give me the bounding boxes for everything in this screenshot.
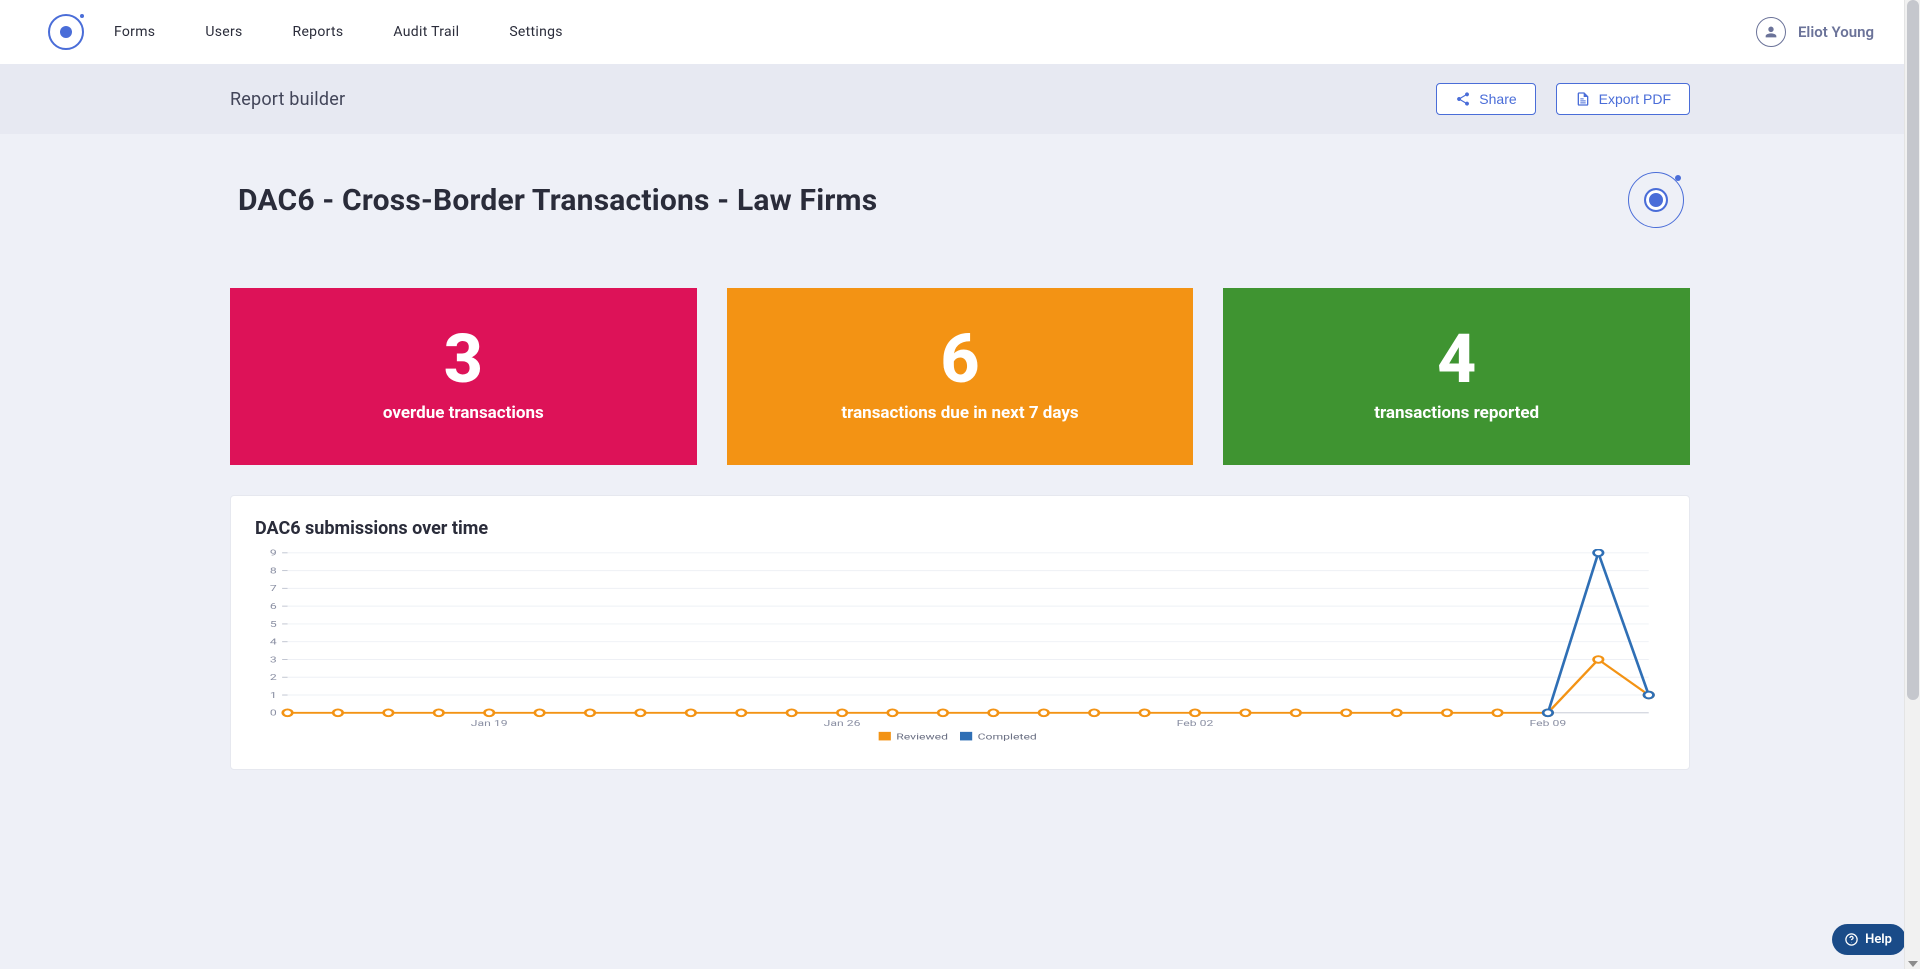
export-pdf-button-label: Export PDF (1599, 91, 1671, 107)
document-icon (1575, 91, 1591, 107)
subheader: Report builder Share Export PDF (0, 64, 1920, 134)
svg-text:9: 9 (270, 549, 277, 558)
svg-text:Reviewed: Reviewed (896, 731, 948, 742)
stat-card-due-soon[interactable]: 6 transactions due in next 7 days (727, 288, 1194, 465)
help-icon (1844, 932, 1859, 947)
svg-text:Completed: Completed (978, 731, 1037, 742)
user-menu[interactable]: Eliot Young (1756, 17, 1874, 47)
svg-text:4: 4 (270, 636, 277, 647)
svg-text:0: 0 (270, 707, 277, 718)
stat-card-value: 4 (1243, 322, 1670, 397)
page-title: DAC6 - Cross-Border Transactions - Law F… (238, 183, 877, 218)
brand-logo-large-icon (1628, 172, 1684, 228)
nav-item-reports[interactable]: Reports (293, 24, 344, 40)
share-button[interactable]: Share (1436, 83, 1535, 115)
chart-title: DAC6 submissions over time (255, 518, 1665, 539)
share-icon (1455, 91, 1471, 107)
svg-text:5: 5 (270, 618, 277, 629)
main-content: DAC6 - Cross-Border Transactions - Law F… (0, 134, 1920, 770)
nav-item-forms[interactable]: Forms (114, 24, 155, 40)
stat-card-label: overdue transactions (250, 403, 677, 423)
svg-text:Jan 19: Jan 19 (471, 718, 508, 729)
svg-text:8: 8 (270, 565, 277, 576)
help-button[interactable]: Help (1832, 924, 1906, 955)
stat-cards: 3 overdue transactions 6 transactions du… (230, 288, 1690, 465)
stat-card-label: transactions reported (1243, 403, 1670, 423)
stat-card-overdue[interactable]: 3 overdue transactions (230, 288, 697, 465)
top-navbar: Forms Users Reports Audit Trail Settings… (0, 0, 1920, 64)
scrollbar-down-arrow-icon[interactable] (1908, 961, 1918, 967)
nav-item-users[interactable]: Users (205, 24, 242, 40)
avatar-icon (1756, 17, 1786, 47)
stat-card-value: 6 (747, 322, 1174, 397)
svg-text:1: 1 (270, 690, 277, 701)
nav-items: Forms Users Reports Audit Trail Settings (114, 24, 563, 40)
subheader-actions: Share Export PDF (1436, 83, 1690, 115)
svg-text:3: 3 (270, 654, 277, 665)
user-name: Eliot Young (1798, 23, 1874, 41)
svg-text:2: 2 (270, 672, 277, 683)
vertical-scrollbar[interactable] (1904, 0, 1920, 969)
brand-logo-icon[interactable] (48, 14, 84, 50)
svg-text:6: 6 (270, 601, 277, 612)
svg-text:Feb 02: Feb 02 (1177, 718, 1214, 729)
nav-item-settings[interactable]: Settings (509, 24, 563, 40)
svg-text:7: 7 (270, 583, 277, 594)
help-button-label: Help (1865, 932, 1892, 947)
stat-card-value: 3 (250, 322, 677, 397)
scrollbar-thumb[interactable] (1907, 0, 1919, 700)
page-title-row: DAC6 - Cross-Border Transactions - Law F… (230, 172, 1690, 228)
subheader-title: Report builder (230, 89, 345, 110)
chart-panel: DAC6 submissions over time 0 1 2 3 4 5 6 7 8 9 Jan… (230, 495, 1690, 770)
svg-text:Jan 26: Jan 26 (824, 718, 861, 729)
export-pdf-button[interactable]: Export PDF (1556, 83, 1690, 115)
svg-text:Feb 09: Feb 09 (1530, 718, 1567, 729)
stat-card-label: transactions due in next 7 days (747, 403, 1174, 423)
stat-card-reported[interactable]: 4 transactions reported (1223, 288, 1690, 465)
line-chart: 0 1 2 3 4 5 6 7 8 9 Jan 19 Jan 26 Feb 02 Feb 09 Review… (255, 549, 1665, 749)
share-button-label: Share (1479, 91, 1516, 107)
nav-item-audit-trail[interactable]: Audit Trail (393, 24, 459, 40)
